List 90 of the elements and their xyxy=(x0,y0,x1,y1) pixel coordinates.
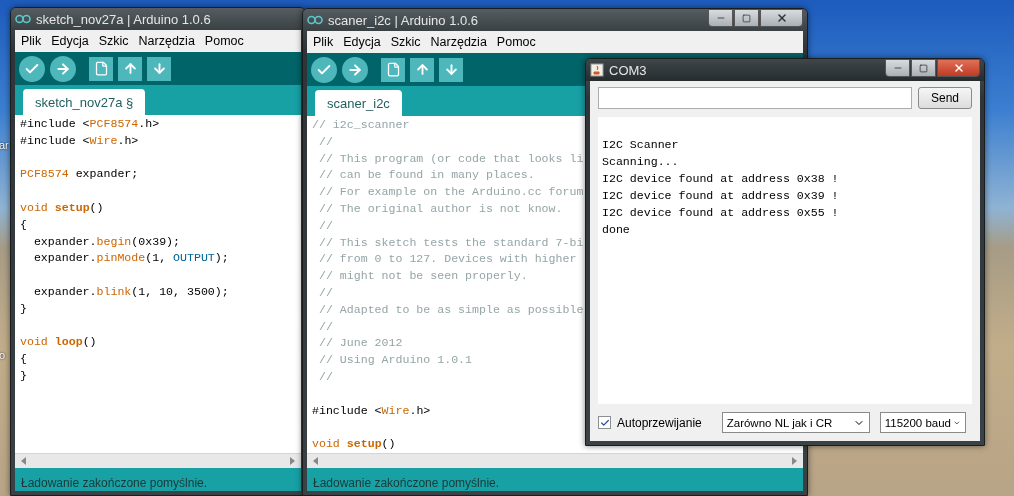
code-line: // from 0 to 127. Devices with higher xyxy=(317,251,577,268)
code-line: #include <PCF8574.h> xyxy=(20,116,160,132)
save-button[interactable] xyxy=(147,56,171,81)
close-button[interactable] xyxy=(760,9,803,27)
output-line: Scanning... xyxy=(602,154,679,170)
status-message: Ładowanie zakończone pomyślnie. xyxy=(313,476,500,490)
sketch-tab[interactable]: sketch_nov27a § xyxy=(23,89,146,115)
menu-item[interactable]: Narzędzia xyxy=(426,35,491,49)
code-line: // can be found in many places. xyxy=(317,167,535,184)
code-line: void setup() xyxy=(312,436,396,453)
code-line: // This program (or code that looks li xyxy=(317,150,584,167)
arrow-down-icon xyxy=(151,61,167,76)
menu-item[interactable]: Pomoc xyxy=(200,34,248,48)
menu-item[interactable]: Narzędzia xyxy=(134,34,199,48)
code-line: // might not be seen properly. xyxy=(317,268,528,285)
send-button[interactable]: Send xyxy=(918,87,972,109)
menu-item[interactable]: Edycja xyxy=(47,34,93,48)
new-button[interactable] xyxy=(89,56,113,81)
window-title: scaner_i2c | Arduino 1.0.6 xyxy=(328,12,479,28)
verify-button[interactable] xyxy=(311,56,337,83)
arrow-right-icon xyxy=(347,61,363,78)
minimize-button[interactable] xyxy=(885,59,910,77)
cup-icon xyxy=(590,63,604,77)
verify-button[interactable] xyxy=(19,55,45,82)
code-line: #include <Wire.h> xyxy=(20,132,139,149)
infinity-logo-icon xyxy=(307,15,323,25)
code-line: { xyxy=(20,216,27,233)
autoscroll-checkbox[interactable] xyxy=(598,416,611,429)
code-line: // Adapted to be as simple as possible xyxy=(317,301,584,318)
checkbox-label: Autoprzewijanie xyxy=(617,415,702,430)
sketch-tab[interactable]: scaner_i2c xyxy=(315,90,402,116)
output-line: I2C device found at address 0x38 ! xyxy=(602,171,839,187)
open-button[interactable] xyxy=(410,57,434,82)
output-line: I2C Scanner xyxy=(602,137,679,153)
horizontal-scrollbar[interactable] xyxy=(307,453,803,468)
close-icon xyxy=(952,62,965,74)
maximize-button[interactable] xyxy=(734,9,759,27)
menu-item[interactable]: Szkic xyxy=(386,35,425,49)
output-line: I2C device found at address 0x55 ! xyxy=(602,205,839,221)
send-input-field[interactable] xyxy=(598,87,912,109)
document-icon xyxy=(93,61,109,76)
save-button[interactable] xyxy=(439,57,463,82)
code-line: // xyxy=(317,368,333,385)
code-line: } xyxy=(20,367,27,384)
code-line: } xyxy=(20,300,27,317)
code-line: // June 2012 xyxy=(317,335,403,352)
close-button[interactable] xyxy=(937,59,980,77)
menu-item[interactable]: Plik xyxy=(309,35,338,49)
code-line: // The original author is not know. xyxy=(317,201,563,217)
document-icon xyxy=(385,62,401,77)
window-title: sketch_nov27a | Arduino 1.0.6 xyxy=(36,11,211,27)
code-line: // xyxy=(317,217,333,234)
window-title: COM3 xyxy=(609,62,647,78)
upload-button[interactable] xyxy=(50,55,76,82)
code-line: PCF8574 expander; xyxy=(20,166,139,183)
code-line: #include <Wire.h> xyxy=(312,402,431,419)
arrow-right-icon xyxy=(55,60,71,77)
maximize-icon xyxy=(919,63,928,73)
output-line: I2C device found at address 0x39 ! xyxy=(602,188,839,204)
code-line: // i2c_scanner xyxy=(312,117,410,133)
menu-item[interactable]: Edycja xyxy=(339,35,385,49)
menu-item[interactable]: Szkic xyxy=(94,34,133,48)
menu-item[interactable]: Pomoc xyxy=(492,35,540,49)
code-line: // For example on the Arduino.cc forum xyxy=(317,184,584,201)
code-line: expander.begin(0x39); xyxy=(32,233,181,250)
maximize-button[interactable] xyxy=(911,59,936,77)
menu-item[interactable]: Plik xyxy=(17,34,46,48)
horizontal-scrollbar[interactable] xyxy=(15,453,301,468)
code-line: expander.pinMode(1, OUTPUT); xyxy=(32,250,229,267)
code-line: // This sketch tests the standard 7-bi xyxy=(317,234,584,251)
code-line: void setup() xyxy=(20,200,104,216)
baud-rate-dropdown[interactable]: 115200 baud xyxy=(879,412,966,433)
arrow-down-icon xyxy=(443,62,459,77)
status-message: Ładowanie zakończone pomyślnie. xyxy=(21,476,208,490)
code-line: { xyxy=(20,351,27,368)
minimize-button[interactable] xyxy=(708,9,733,27)
code-line: // xyxy=(317,133,333,150)
code-line: // xyxy=(317,318,333,335)
output-line: done xyxy=(602,222,630,238)
open-button[interactable] xyxy=(118,56,142,81)
new-button[interactable] xyxy=(381,57,405,82)
maximize-icon xyxy=(742,13,751,23)
line-ending-dropdown[interactable]: Zarówno NL jak i CR xyxy=(721,412,870,433)
close-icon xyxy=(775,12,788,24)
infinity-logo-icon xyxy=(15,14,31,24)
code-line: expander.blink(1, 10, 3500); xyxy=(32,283,229,300)
code-line: void loop() xyxy=(20,334,97,351)
code-line: // xyxy=(317,284,333,301)
code-line: // Using Arduino 1.0.1 xyxy=(317,352,473,369)
upload-button[interactable] xyxy=(342,56,368,83)
